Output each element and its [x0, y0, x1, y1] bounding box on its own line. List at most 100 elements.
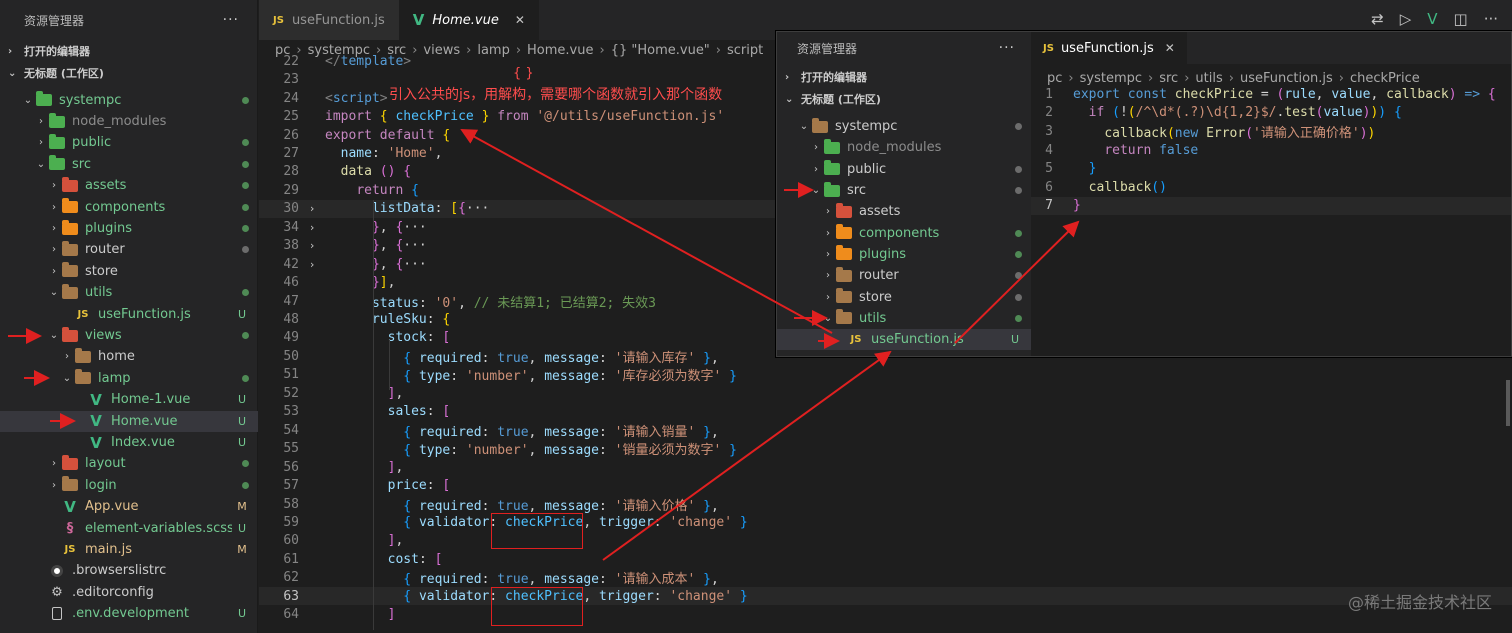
code-line[interactable]: 3 callback(new Error('请输入正确价格')) — [1031, 122, 1511, 141]
code-line[interactable]: 59 { validator: checkPrice, trigger: 'ch… — [259, 513, 1512, 531]
more-actions-icon[interactable]: ··· — [999, 40, 1015, 56]
code-line[interactable]: 63 { validator: checkPrice, trigger: 'ch… — [259, 587, 1512, 606]
tree-item[interactable]: .env.development U — [0, 603, 258, 624]
tree-item[interactable]: ⌄ src — [0, 154, 258, 175]
line-number: 23 — [283, 72, 299, 88]
code-line[interactable]: 56 ], — [259, 458, 1512, 476]
fold-chevron-icon[interactable]: › — [299, 202, 325, 215]
tree-item[interactable]: › router — [777, 265, 1031, 286]
tree-item[interactable]: V Home.vue U — [0, 410, 258, 432]
fold-chevron-icon[interactable]: › — [299, 239, 325, 252]
overlay-screenshot: 资源管理器 ··· › 打开的编辑器 ⌄ 无标题 (工作区) ⌄ systempc… — [776, 31, 1512, 357]
folder-icon — [823, 138, 841, 155]
tree-item[interactable]: › node_modules — [777, 137, 1031, 158]
breadcrumb-item[interactable]: useFunction.js — [1240, 71, 1333, 86]
code-line[interactable]: 53 sales: [ — [259, 403, 1512, 421]
workspace-section[interactable]: ⌄ 无标题 (工作区) — [777, 88, 1031, 110]
code-line[interactable]: 7} — [1031, 196, 1511, 216]
gear-icon: ⚙ — [51, 584, 63, 600]
tree-item[interactable]: V Index.vue U — [0, 432, 258, 453]
tab-home-vue[interactable]: V Home.vue ✕ — [398, 0, 539, 40]
tree-item[interactable]: › plugins — [0, 218, 258, 239]
chevron-right-icon: › — [52, 479, 56, 491]
close-icon[interactable]: ✕ — [1165, 41, 1175, 55]
code-line[interactable]: 54 { required: true, message: '请输入销量' }, — [259, 421, 1512, 440]
tree-item[interactable]: › assets — [0, 175, 258, 196]
code-line[interactable]: 61 cost: [ — [259, 550, 1512, 568]
breadcrumb-item[interactable]: utils — [1195, 71, 1222, 86]
code-line[interactable]: 6 callback() — [1031, 178, 1511, 197]
code-line[interactable]: 52 ], — [259, 384, 1512, 402]
tree-item[interactable]: › components — [777, 223, 1031, 244]
code-line[interactable]: 62 { required: true, message: '请输入成本' }, — [259, 569, 1512, 587]
breadcrumb-item[interactable]: src — [1159, 71, 1178, 86]
code-line[interactable]: 55 { type: 'number', message: '销量必须为数字' … — [259, 439, 1512, 458]
code-text: export const checkPrice = (rule, value, … — [1073, 86, 1496, 102]
code-line[interactable]: 60 ], — [259, 532, 1512, 550]
tree-item[interactable]: ⌄ views — [0, 325, 258, 346]
code-line[interactable]: 58 { required: true, message: '请输入价格' }, — [259, 495, 1512, 514]
tree-item[interactable]: JS useFunction.js U — [0, 304, 258, 325]
fold-chevron-icon[interactable]: › — [299, 258, 325, 271]
line-number: 1 — [1045, 86, 1053, 102]
tree-item[interactable]: § element-variables.scss U — [0, 518, 258, 539]
tree-item[interactable]: › store — [0, 261, 258, 282]
code-line[interactable]: 4 return false — [1031, 141, 1511, 160]
tree-item[interactable]: ⌄ utils — [777, 308, 1031, 329]
more-actions-icon[interactable]: ··· — [1484, 10, 1498, 28]
tree-item[interactable]: ⌄ systempc — [0, 90, 258, 111]
tree-item[interactable]: › plugins — [777, 244, 1031, 265]
chevron-down-icon: ⌄ — [8, 67, 17, 79]
code-line[interactable]: 57 price: [ — [259, 476, 1512, 494]
run-icon[interactable]: ▷ — [1400, 10, 1412, 28]
tree-item[interactable]: › assets — [777, 201, 1031, 222]
tree-item[interactable]: V Home-1.vue U — [0, 389, 258, 410]
breadcrumb-item[interactable]: checkPrice — [1350, 71, 1420, 86]
tab-usefunction-js[interactable]: JS useFunction.js ✕ — [1031, 32, 1187, 64]
breadcrumb-item[interactable]: pc — [1047, 71, 1062, 86]
code-line[interactable]: 64 ] — [259, 606, 1512, 624]
tree-item[interactable]: ⚙ .editorconfig — [0, 582, 258, 603]
more-actions-icon[interactable]: ··· — [223, 12, 239, 28]
folder-icon — [835, 266, 853, 283]
split-editor-icon[interactable]: ◫ — [1454, 10, 1468, 28]
tree-item-label: store — [85, 263, 118, 279]
scrollbar[interactable] — [1506, 380, 1510, 426]
tree-item[interactable]: › public — [0, 132, 258, 153]
tree-item[interactable]: ⌄ utils — [0, 282, 258, 303]
tab-usefunction-js[interactable]: JS useFunction.js — [259, 0, 399, 40]
tree-item[interactable]: › public — [777, 159, 1031, 180]
line-number: 22 — [283, 53, 299, 69]
fold-chevron-icon[interactable]: › — [299, 221, 325, 234]
breadcrumb-item[interactable]: systempc — [1080, 71, 1142, 86]
tree-item[interactable]: JS main.js M — [0, 539, 258, 560]
tree-item[interactable]: .browserslistrc — [0, 560, 258, 581]
compare-changes-icon[interactable]: ⇄ — [1371, 10, 1384, 28]
code-line[interactable]: 51 { type: 'number', message: '库存必须为数字' … — [259, 366, 1512, 384]
tree-item[interactable]: › router — [0, 239, 258, 260]
tree-item[interactable]: ⌄ systempc — [777, 116, 1031, 137]
folder-icon — [48, 133, 66, 150]
tree-item[interactable]: JS useFunction.js U — [777, 329, 1031, 351]
code-line[interactable]: 5 } — [1031, 159, 1511, 178]
tree-item[interactable]: V App.vue M — [0, 496, 258, 517]
tree-item[interactable]: › login — [0, 475, 258, 496]
tree-item[interactable]: › node_modules — [0, 111, 258, 132]
tree-item[interactable]: ⌄ src — [777, 180, 1031, 201]
open-editors-section[interactable]: › 打开的编辑器 — [0, 40, 257, 62]
tree-item-label: Home-1.vue — [111, 392, 191, 408]
tree-item[interactable]: › home — [0, 346, 258, 367]
code-line[interactable]: 2 if (!(/^\d*(.?)\d{1,2}$/.test(value)))… — [1031, 104, 1511, 123]
vue-preview-icon[interactable]: V — [1427, 10, 1437, 28]
tree-item[interactable]: ⌄ lamp — [0, 368, 258, 389]
folder-icon — [74, 369, 92, 385]
js-file-icon: JS — [850, 334, 862, 346]
tree-item[interactable]: › components — [0, 197, 258, 218]
tree-item[interactable]: › store — [777, 286, 1031, 307]
close-icon[interactable]: ✕ — [515, 13, 525, 27]
code-line[interactable]: 1 export const checkPrice = (rule, value,… — [1031, 85, 1511, 104]
tree-item[interactable]: › layout — [0, 453, 258, 474]
chevron-right-icon: › — [1148, 70, 1154, 86]
open-editors-section[interactable]: › 打开的编辑器 — [777, 66, 1031, 88]
line-number: 2 — [1045, 105, 1053, 121]
